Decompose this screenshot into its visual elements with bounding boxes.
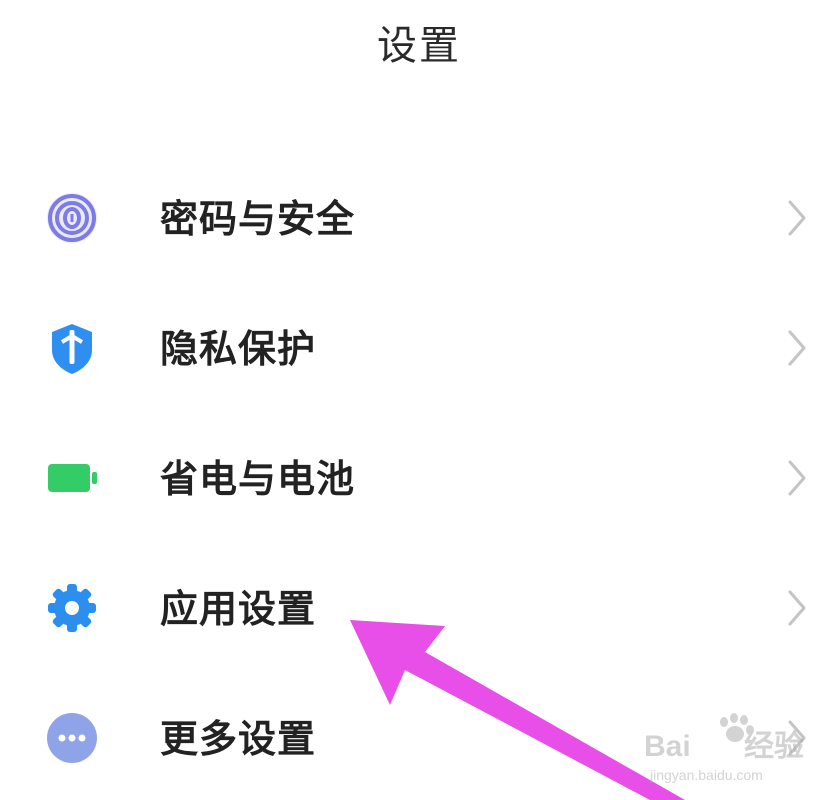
settings-item-label: 密码与安全 bbox=[160, 197, 356, 241]
svg-text:jingyan.baidu.com: jingyan.baidu.com bbox=[649, 767, 763, 783]
svg-text:经验: 经验 bbox=[744, 729, 804, 763]
gear-icon bbox=[44, 580, 100, 636]
battery-icon bbox=[44, 450, 100, 506]
fingerprint-icon bbox=[44, 190, 100, 246]
chevron-right-icon bbox=[786, 588, 808, 628]
settings-item-label: 更多设置 bbox=[160, 717, 317, 761]
chevron-right-icon bbox=[786, 328, 808, 368]
settings-item-label: 隐私保护 bbox=[160, 327, 317, 371]
chevron-right-icon bbox=[786, 198, 808, 238]
settings-item-app-settings[interactable]: 应用设置 bbox=[0, 540, 838, 670]
settings-item-label: 省电与电池 bbox=[160, 457, 356, 501]
settings-item-password-security[interactable]: 密码与安全 bbox=[0, 150, 838, 280]
chevron-right-icon bbox=[786, 458, 808, 498]
settings-item-battery[interactable]: 省电与电池 bbox=[0, 410, 838, 540]
settings-item-label: 应用设置 bbox=[160, 587, 317, 631]
baidu-jingyan-watermark: Bai 经验 jingyan.baidu.com bbox=[640, 708, 830, 788]
privacy-shield-icon bbox=[44, 320, 100, 376]
svg-text:Bai: Bai bbox=[644, 730, 691, 763]
settings-list: 密码与安全 隐私保护 省电与电池 应用设置 更多设置 bbox=[0, 150, 838, 800]
more-dots-icon bbox=[44, 710, 100, 766]
settings-item-privacy[interactable]: 隐私保护 bbox=[0, 280, 838, 410]
page-title: 设置 bbox=[377, 23, 461, 69]
